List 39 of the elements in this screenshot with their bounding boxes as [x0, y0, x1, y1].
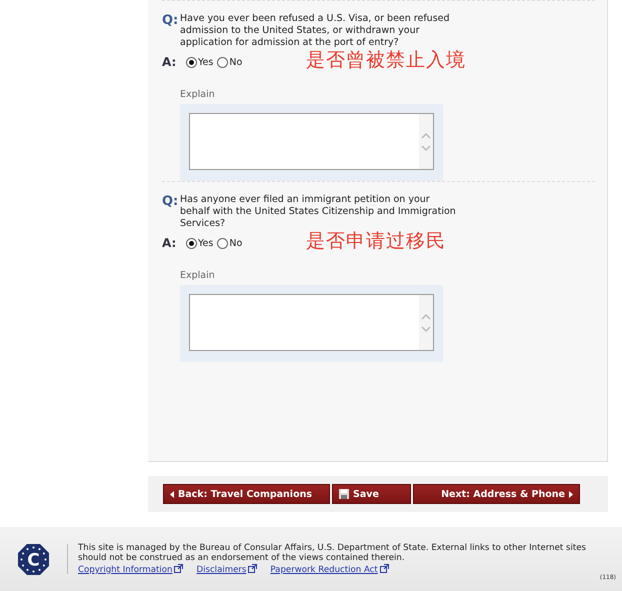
- external-link-icon: [248, 564, 258, 573]
- radio-option[interactable]: No: [217, 238, 242, 248]
- field-label: Explain: [180, 89, 216, 100]
- footer-link[interactable]: Disclaimers: [196, 564, 246, 575]
- seal-logo: C: [17, 542, 50, 576]
- footer-link[interactable]: Copyright Information: [78, 564, 172, 575]
- left-triangle-icon: [170, 490, 174, 498]
- annotation-text: 是否申请过移民: [306, 229, 446, 254]
- footer-link[interactable]: Paperwork Reduction Act: [270, 564, 378, 575]
- annotation-text: 是否曾被禁止入境: [306, 48, 466, 73]
- scroll-up-icon[interactable]: [421, 312, 431, 320]
- radio-button[interactable]: [186, 56, 197, 68]
- scroll-down-icon[interactable]: [421, 326, 431, 332]
- radio-button[interactable]: [186, 238, 197, 248]
- scroll-down-icon[interactable]: [421, 144, 431, 152]
- field-label: Explain: [180, 270, 216, 281]
- question-text: Has anyone ever filed an immigrant petition on your behalf with the United States Citizenship and Immigration Services?: [180, 194, 457, 230]
- scrollbar[interactable]: [419, 114, 433, 169]
- back-button[interactable]: Back: Travel Companions: [163, 484, 330, 504]
- scrollbar[interactable]: [419, 295, 433, 350]
- radio-option[interactable]: Yes: [186, 238, 214, 248]
- question-label: Q:: [162, 194, 180, 209]
- explain-field[interactable]: [189, 113, 434, 170]
- footer-text: This site is managed by the Bureau of Consular Affairs, U.S. Department of State. External links to other Internet sites should not be construed as an endorsement of the views contained therein.: [78, 542, 587, 564]
- external-link-icon: [380, 564, 389, 573]
- radio-option[interactable]: Yes: [186, 56, 214, 68]
- question-label: Q:: [162, 13, 180, 28]
- question-text: Have you ever been refused a U.S. Visa, or been refused admission to the United States, or withdrawn your application for admission at the port of entry?: [180, 13, 451, 49]
- next-button[interactable]: Next: Address & Phone: [413, 484, 580, 504]
- radio-button[interactable]: [217, 238, 228, 248]
- save-button[interactable]: Save: [332, 484, 411, 504]
- explain-field[interactable]: [189, 294, 434, 351]
- answer-label: A:: [162, 236, 178, 250]
- answer-label: A:: [162, 55, 178, 69]
- radio-option[interactable]: No: [217, 56, 242, 68]
- right-triangle-icon: [569, 490, 573, 498]
- scroll-up-icon[interactable]: [421, 132, 431, 138]
- external-link-icon: [174, 564, 184, 573]
- radio-button[interactable]: [217, 56, 228, 68]
